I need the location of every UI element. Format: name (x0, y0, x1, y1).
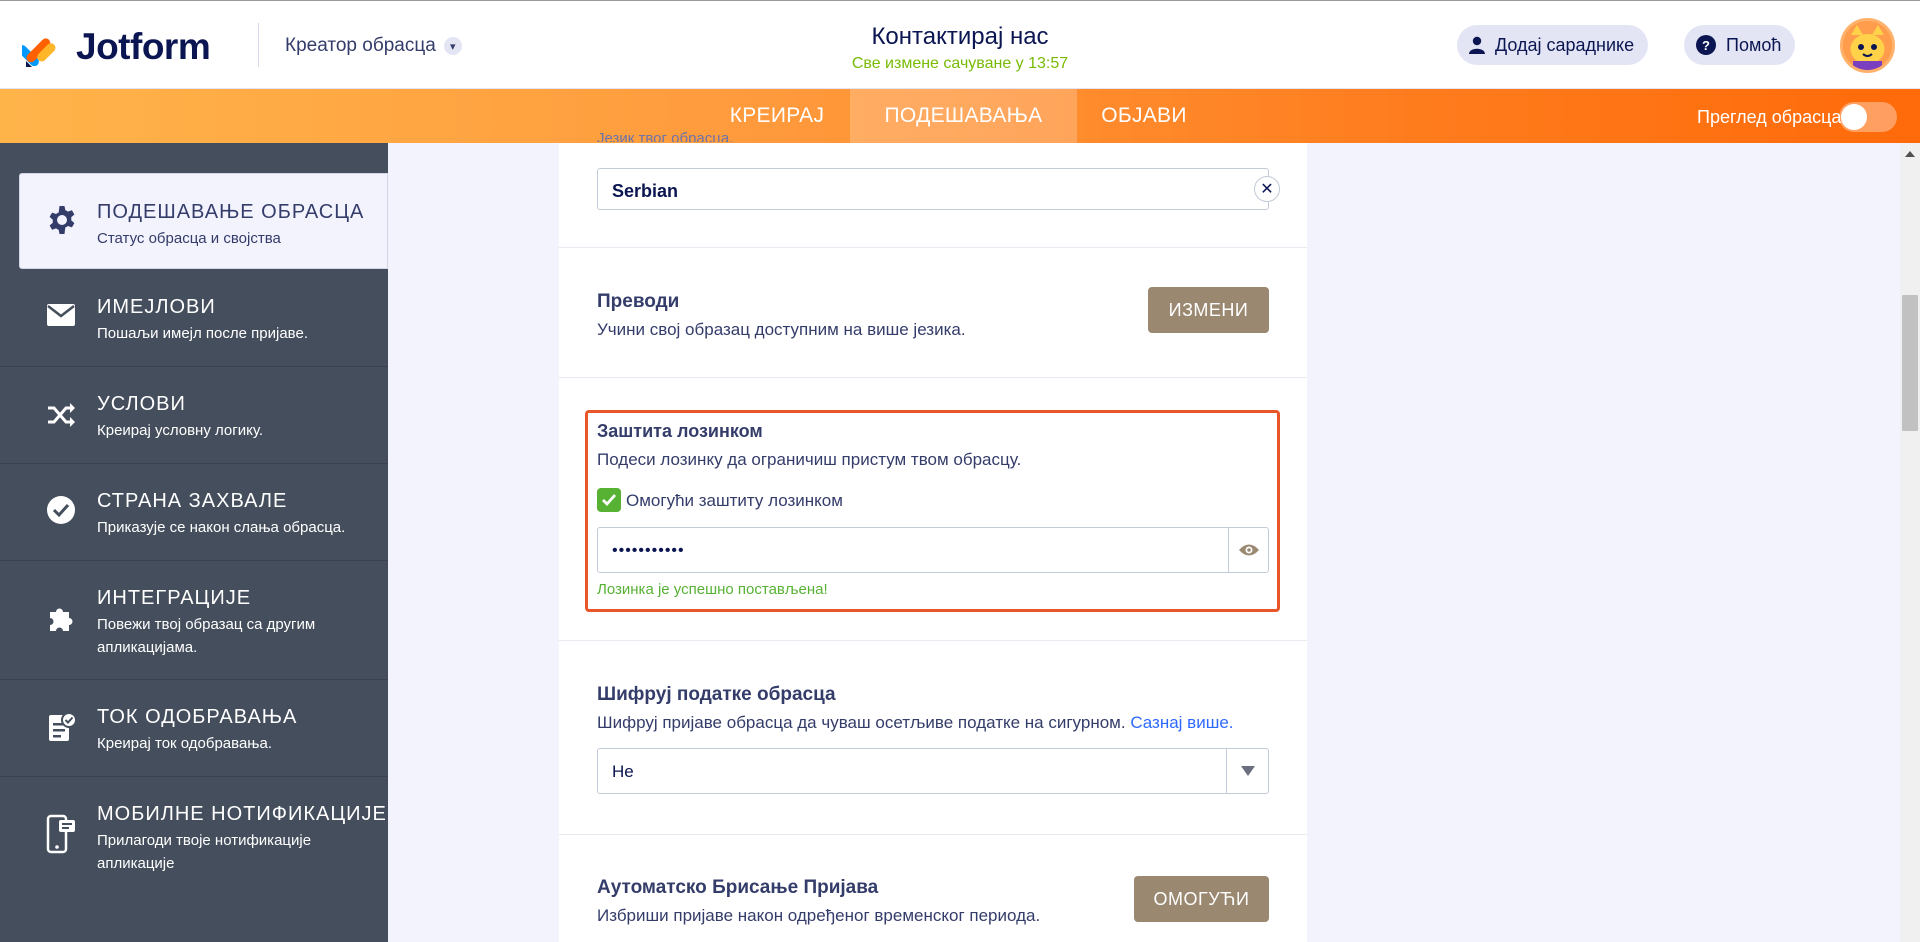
section-divider (559, 247, 1307, 248)
checkmark-icon (602, 494, 617, 507)
sidebar-item-title: УСЛОВИ (97, 393, 186, 415)
password-success-message: Лозинка је успешно постављена! (597, 581, 828, 598)
vertical-scrollbar[interactable] (1900, 143, 1920, 942)
encrypt-description: Шифруј пријаве обрасца да чуваш осетљиве… (597, 713, 1126, 732)
sidebar-item-subtitle: Повежи твој образац са другим апликација… (97, 616, 316, 656)
top-header: Jotform Креатор обрасца ▾ Контактирај на… (0, 0, 1920, 89)
creator-label: Креатор обрасца (285, 35, 436, 56)
enable-password-label: Омогући заштиту лозинком (626, 491, 843, 510)
translations-title: Преводи (597, 291, 680, 312)
header-divider (258, 23, 259, 67)
sidebar-item-title: ПОДЕШАВАЊЕ ОБРАСЦА (97, 201, 365, 223)
question-icon: ? (1696, 35, 1716, 55)
edit-button-label: ИЗМЕНИ (1168, 299, 1249, 320)
sidebar-item-thank-you-page[interactable]: СТРАНА ЗАХВАЛЕ Приказује се након слања … (0, 464, 388, 561)
enable-auto-delete-button[interactable]: ОМОГУЋИ (1134, 876, 1269, 922)
language-label: Језик твог обрасца. (597, 130, 734, 142)
sidebar-item-integrations[interactable]: ИНТЕГРАЦИЈЕ Повежи твој образац са други… (0, 561, 388, 680)
form-preview-toggle[interactable] (1839, 102, 1897, 132)
caret-down-icon (1226, 749, 1268, 793)
sidebar-item-subtitle: Статус обрасца и својства (97, 230, 281, 247)
logo-text: Jotform (76, 26, 211, 67)
edit-translations-button[interactable]: ИЗМЕНИ (1148, 287, 1269, 333)
toggle-knob (1841, 104, 1867, 130)
translations-description: Учини свој образац доступним на више јез… (597, 320, 966, 339)
enable-button-label: ОМОГУЋИ (1153, 888, 1250, 909)
auto-delete-title: Аутоматско Брисање Пријава (597, 877, 879, 898)
builder-nav-bar: КРЕИРАЈ ПОДЕШАВАЊА ОБЈАВИ (0, 89, 1920, 143)
language-value: Serbian (612, 181, 679, 201)
sidebar-item-mobile-notifications[interactable]: МОБИЛНЕ НОТИФИКАЦИЈЕ Прилагоди твоје нот… (0, 777, 388, 896)
settings-sidebar: ПОДЕШАВАЊЕ ОБРАСЦА Статус обрасца и свој… (0, 143, 388, 942)
gear-icon (45, 203, 79, 237)
sidebar-item-title: СТРАНА ЗАХВАЛЕ (97, 490, 288, 512)
encrypt-description-line: Шифруј пријаве обрасца да чуваш осетљиве… (597, 713, 1234, 733)
chevron-down-icon: ▾ (443, 37, 462, 55)
help-label: Помоћ (1726, 34, 1782, 55)
tab-publish[interactable]: ОБЈАВИ (1077, 89, 1211, 143)
add-collaborators-button[interactable]: Додај сараднике (1457, 25, 1649, 65)
auto-delete-description: Избриши пријаве након одређеног временск… (597, 906, 1041, 925)
shuffle-icon (44, 398, 78, 432)
encrypt-title: Шифруј податке обрасца (597, 684, 836, 705)
sidebar-item-title: МОБИЛНЕ НОТИФИКАЦИЈЕ (97, 803, 387, 825)
tab-settings[interactable]: ПОДЕШАВАЊА (850, 89, 1077, 143)
password-value: ••••••••••• (612, 542, 685, 559)
form-builder-dropdown[interactable]: Креатор обрасца ▾ (285, 35, 462, 57)
password-protection-description: Подеси лозинку да ограничиш пристум твом… (597, 450, 1022, 469)
language-select[interactable]: Serbian ✕ (597, 168, 1280, 210)
clipboard-check-icon (44, 710, 78, 744)
password-protection-title: Заштита лозинком (597, 421, 763, 441)
help-button[interactable]: ? Помоћ (1684, 25, 1796, 65)
learn-more-link[interactable]: Сазнај више. (1130, 713, 1233, 732)
sidebar-item-subtitle: Креирај условну логику. (97, 422, 264, 439)
puzzle-icon (44, 601, 78, 635)
mobile-notification-icon (44, 814, 78, 854)
sidebar-item-title: ТОК ОДОБРАВАЊА (97, 706, 298, 728)
sidebar-item-conditions[interactable]: УСЛОВИ Креирај условну логику. (0, 367, 388, 464)
check-circle-icon (44, 493, 78, 527)
jotform-logo[interactable]: Jotform (17, 26, 211, 68)
sidebar-item-subtitle: Креирај ток одобравања. (97, 735, 272, 752)
sidebar-item-approval-flow[interactable]: ТОК ОДОБРАВАЊА Креирај ток одобравања. (0, 680, 388, 777)
encrypt-select[interactable]: Не (597, 748, 1269, 794)
clear-icon[interactable]: ✕ (1254, 176, 1280, 202)
svg-text:?: ? (1702, 38, 1710, 53)
tab-create-label: КРЕИРАЈ (729, 104, 825, 127)
sidebar-item-subtitle: Прилагоди твоје нотификације апликације (97, 832, 312, 872)
user-avatar[interactable] (1840, 18, 1895, 73)
jotform-logo-icon (17, 27, 62, 67)
form-preview-label: Преглед обрасца (1697, 107, 1842, 127)
user-icon (1469, 36, 1485, 54)
envelope-icon (44, 298, 78, 332)
eye-icon[interactable] (1228, 528, 1268, 572)
tab-publish-label: ОБЈАВИ (1101, 104, 1187, 127)
scrollbar-thumb[interactable] (1902, 295, 1918, 431)
password-input[interactable]: ••••••••••• (597, 527, 1269, 573)
encrypt-value: Не (612, 762, 634, 781)
tab-settings-label: ПОДЕШАВАЊА (884, 104, 1043, 127)
section-divider (559, 834, 1307, 835)
sidebar-item-emails[interactable]: ИМЕЈЛОВИ Пошаљи имејл после пријаве. (0, 270, 388, 367)
sidebar-item-form-settings[interactable]: ПОДЕШАВАЊЕ ОБРАСЦА Статус обрасца и свој… (19, 173, 388, 269)
sidebar-item-title: ИМЕЈЛОВИ (97, 296, 216, 318)
enable-password-checkbox[interactable] (597, 488, 621, 512)
sidebar-item-title: ИНТЕГРАЦИЈЕ (97, 587, 252, 609)
section-divider (559, 377, 1307, 378)
add-collaborators-label: Додај сараднике (1495, 34, 1635, 55)
section-divider (559, 640, 1307, 641)
sidebar-item-subtitle: Приказује се након слања обрасца. (97, 519, 346, 536)
sidebar-item-subtitle: Пошаљи имејл после пријаве. (97, 325, 308, 342)
scroll-up-arrow-icon[interactable] (1905, 151, 1915, 157)
